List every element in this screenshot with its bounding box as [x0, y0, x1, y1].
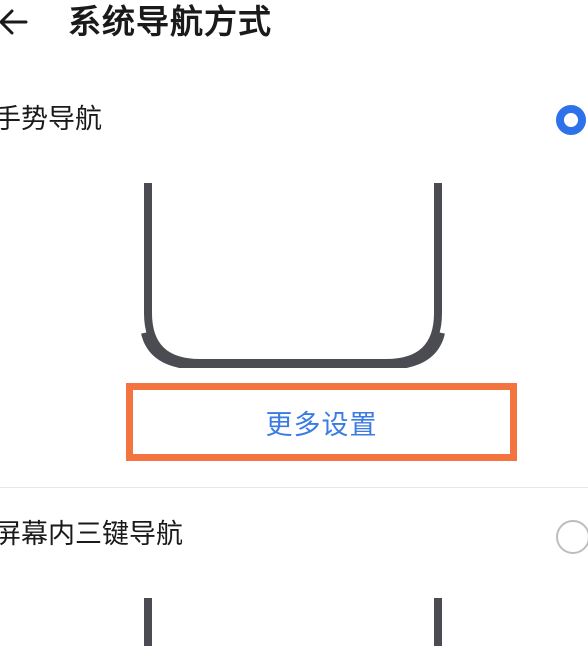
option-three-key-navigation[interactable]: 屏幕内三键导航	[0, 510, 588, 570]
option-gesture-navigation[interactable]: 手势导航	[0, 95, 588, 155]
back-arrow-icon[interactable]	[0, 2, 36, 42]
three-key-phone-illustration	[144, 598, 442, 646]
gesture-navigation-radio-checked[interactable]	[556, 105, 586, 135]
more-settings-link[interactable]: 更多设置	[133, 390, 510, 454]
option-label: 屏幕内三键导航	[0, 519, 183, 550]
page-title: 系统导航方式	[68, 2, 272, 41]
option-label: 手势导航	[0, 104, 102, 135]
app-header: 系统导航方式	[0, 0, 588, 50]
gesture-phone-illustration	[141, 183, 445, 368]
divider	[0, 487, 588, 488]
three-key-navigation-radio-unchecked[interactable]	[556, 520, 588, 554]
more-settings-highlight-box: 更多设置	[126, 383, 517, 461]
